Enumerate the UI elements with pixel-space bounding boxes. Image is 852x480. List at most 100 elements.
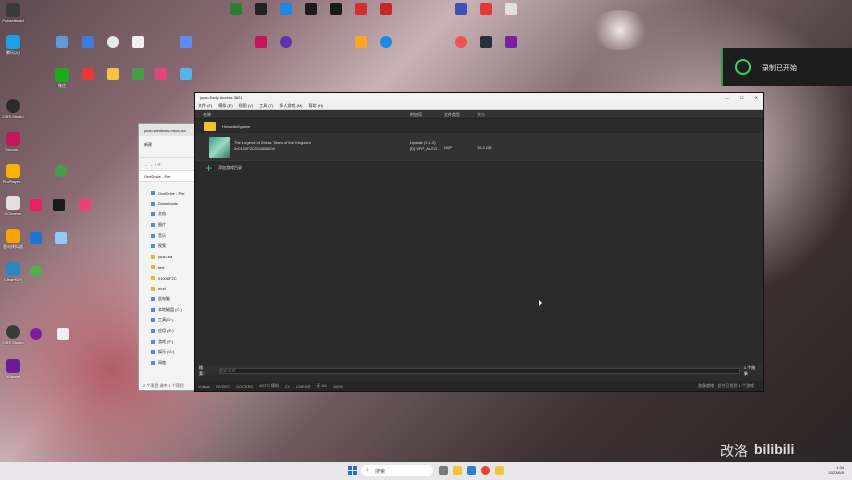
desktop-icon-ldplayer[interactable]: 雷电模拟器 (0, 229, 26, 249)
explorer-status: 2 个项目 选中 1 个项目 (143, 383, 184, 388)
file-explorer-icon[interactable] (453, 466, 462, 475)
download-icon (151, 201, 155, 206)
close-button[interactable]: ✕ (755, 95, 758, 100)
tree-item-folder[interactable]: yuzu-ea (139, 252, 195, 263)
desktop-icon-clearhdr[interactable]: ClearHDR (0, 262, 26, 282)
status-resolution[interactable]: 2X (285, 384, 290, 389)
game-row[interactable]: The Legend of Zelda: Tears of the Kingdo… (195, 134, 763, 161)
tree-item-drive[interactable]: 本地磁盘 (C:) (139, 305, 195, 316)
status-aa[interactable]: 无 AA (316, 383, 326, 389)
tree-item-videos[interactable]: 视频 (139, 241, 195, 252)
tree-item-drive[interactable]: 娱乐 (G:) (139, 347, 195, 358)
filter-count: 1 个结果 (743, 364, 756, 376)
folder-icon (151, 286, 155, 291)
video-watermark: 改洛 bilibili (720, 441, 794, 461)
window-title: yuzu Early Access 3821 (200, 95, 243, 100)
yuzu-taskbar-icon[interactable] (495, 466, 504, 475)
taskbar-clock[interactable]: 1:34 2023/6/9 (828, 465, 844, 475)
start-button[interactable] (348, 466, 357, 475)
new-button[interactable]: 新建 (144, 142, 152, 147)
watermark-logo: bilibili (754, 441, 795, 457)
yuzu-statusbar: Vulkan NVDEC DOCKED ASTC 模拟 2X LINEAR 无 … (195, 381, 763, 391)
desktop-icon-proplayer[interactable]: ProPlayer... (0, 164, 26, 184)
tree-item-drive[interactable]: 工具(D:) (139, 315, 195, 326)
tree-item-folder[interactable]: test (139, 262, 195, 273)
filter-input[interactable] (218, 367, 740, 374)
column-filetype[interactable]: 文件类型 (444, 112, 460, 118)
tree-item-drive[interactable]: 应用 (E:) (139, 326, 195, 337)
menu-help[interactable]: 帮助 (H) (308, 103, 323, 108)
menu-emulation[interactable]: 模拟 (E) (218, 103, 232, 108)
game-title: The Legend of Zelda: Tears of the Kingdo… (234, 140, 311, 145)
watermark-user: 改洛 (720, 443, 748, 459)
tree-item-music[interactable]: 音乐 (139, 230, 195, 241)
column-addons[interactable]: 附加项 (410, 112, 422, 118)
tree-item-folder[interactable]: 01006F2C (139, 273, 195, 284)
file-explorer-window[interactable]: yuzu-windows-msvc-ea 新建 ← → ↑ ⟳ OneDrive… (138, 123, 196, 391)
menu-tools[interactable]: 工具 (T) (259, 103, 273, 108)
folder-icon (204, 121, 216, 131)
filter-bar: 搜索： 1 个结果 (195, 364, 763, 376)
tree-item-this-pc[interactable]: 此电脑 (139, 294, 195, 305)
app-icon (6, 132, 20, 146)
desktop-icon-qq[interactable]: 腾讯QQ (0, 35, 26, 55)
app-icon (6, 35, 20, 49)
add-directory-label: 添加游戏目录 (218, 164, 243, 170)
desktop-icon-ccleaner[interactable]: CCleaner (0, 196, 26, 216)
status-dock[interactable]: DOCKED (236, 384, 253, 389)
desktop-icon-obs[interactable]: OBS Studio (0, 99, 26, 119)
folder-icon (151, 265, 155, 270)
app-icon (6, 164, 20, 178)
menu-view[interactable]: 视图 (V) (239, 103, 253, 108)
picture-icon (151, 223, 155, 228)
desktop-icon-tutorial[interactable]: Tutorial... (0, 132, 26, 152)
status-filter[interactable]: LINEAR (296, 384, 310, 389)
status-astc[interactable]: ASTC 模拟 (259, 383, 279, 389)
tree-item-drive[interactable]: 游戏 (F:) (139, 336, 195, 347)
status-volume[interactable]: 100% (333, 384, 343, 389)
column-size[interactable]: 大小 (477, 112, 485, 118)
desktop-icon-vmware[interactable]: VMware (0, 359, 26, 379)
taskview-icon[interactable] (439, 466, 448, 475)
notification-text: 录制已开始 (762, 65, 797, 72)
tree-item-downloads[interactable]: Downloads (139, 199, 195, 210)
explorer-tab[interactable]: yuzu-windows-msvc-ea (139, 124, 195, 136)
folder-icon (151, 254, 155, 259)
tree-item-pictures[interactable]: 图片 (139, 220, 195, 231)
tree-item-network[interactable]: 网络 (139, 358, 195, 369)
yuzu-titlebar: yuzu Early Access 3821 — ☐ ✕ (195, 93, 763, 102)
menu-file[interactable]: 文件 (F) (198, 103, 212, 108)
app-icon (6, 196, 20, 210)
explorer-address-bar[interactable]: OneDrive - Per (139, 170, 195, 182)
music-icon (151, 233, 155, 238)
status-games-found: 准备就绪 · 总共已找到 1 个游戏 (697, 383, 754, 388)
taskbar-search[interactable]: ⌕ 搜索 (361, 465, 433, 476)
app-icon (6, 99, 20, 113)
tree-item-documents[interactable]: 文档 (139, 209, 195, 220)
status-gpu[interactable]: Vulkan (198, 384, 210, 389)
chrome-icon[interactable] (481, 466, 490, 475)
column-name[interactable]: 名称 (203, 112, 211, 118)
desktop-icon-obs-2[interactable]: OBS Studio (0, 325, 26, 345)
yuzu-window[interactable]: yuzu Early Access 3821 — ☐ ✕ 文件 (F) 模拟 (… (194, 92, 764, 392)
status-decoder[interactable]: NVDEC (216, 384, 230, 389)
tree-item-folder[interactable]: mod (139, 283, 195, 294)
folder-icon (151, 276, 155, 281)
explorer-nav-buttons[interactable]: ← → ↑ ⟳ (139, 158, 195, 170)
maximize-button[interactable]: ☐ (740, 95, 744, 100)
folder-path: Hs\switch\game (222, 123, 251, 129)
store-icon[interactable] (467, 466, 476, 475)
game-addons: Update (1.1.2) [D] VFP_AUTO... (410, 140, 441, 151)
drive-icon (151, 339, 155, 344)
minimize-button[interactable]: — (725, 95, 729, 100)
explorer-tree: OneDrive - Per Downloads 文档 图片 音乐 视频 yuz… (139, 182, 195, 368)
game-folder-row[interactable]: Hs\switch\game (195, 119, 763, 134)
game-list-header: 名称 附加项 文件类型 大小 (195, 110, 763, 119)
recording-notification[interactable]: 录制已开始 (721, 48, 852, 86)
document-icon (151, 212, 155, 217)
desktop-icon-pubsettload[interactable]: Pubsettload (0, 3, 26, 23)
app-icon (6, 229, 20, 243)
menu-multiplayer[interactable]: 多人游戏 (M) (279, 103, 302, 108)
tree-item-onedrive[interactable]: OneDrive - Per (139, 188, 195, 199)
add-game-directory[interactable]: + 添加游戏目录 (195, 161, 763, 174)
